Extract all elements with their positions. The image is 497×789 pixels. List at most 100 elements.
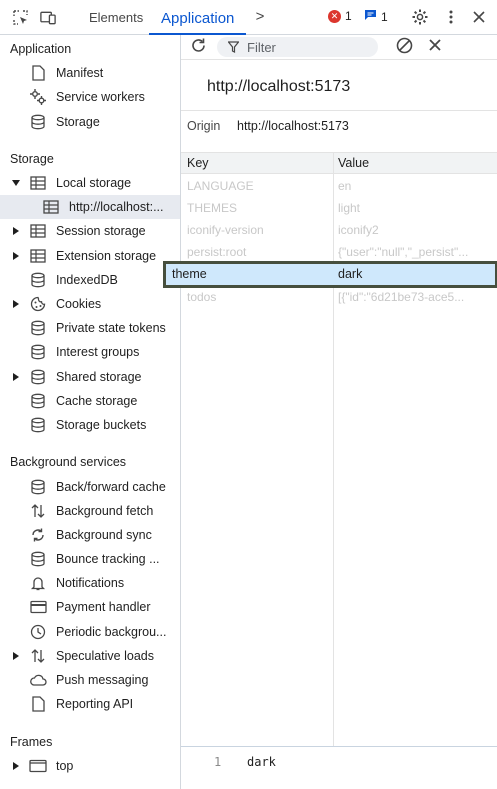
sidebar-item-label: Shared storage bbox=[56, 370, 142, 384]
sidebar-item-reporting-api[interactable]: Reporting API bbox=[0, 692, 180, 716]
sidebar-item-private-state-tokens[interactable]: Private state tokens bbox=[0, 316, 180, 340]
clear-all-icon[interactable] bbox=[396, 37, 413, 57]
sidebar-item-shared-storage[interactable]: Shared storage bbox=[0, 365, 180, 389]
filter-input[interactable] bbox=[247, 39, 367, 55]
bell-icon bbox=[29, 574, 47, 592]
collapsed-arrow-icon[interactable] bbox=[12, 299, 20, 309]
collapsed-arrow-icon[interactable] bbox=[12, 251, 20, 261]
file-icon bbox=[29, 64, 47, 82]
sidebar-item-background-sync[interactable]: Background sync bbox=[0, 523, 180, 547]
sidebar-item-push-messaging[interactable]: Push messaging bbox=[0, 668, 180, 692]
column-header-value[interactable]: Value bbox=[338, 156, 369, 170]
delete-selected-icon[interactable] bbox=[429, 39, 441, 54]
sidebar-item-speculative-loads[interactable]: Speculative loads bbox=[0, 644, 180, 668]
errors-badge[interactable]: ✕ 1 bbox=[328, 9, 352, 23]
storage-toolbar bbox=[181, 35, 497, 60]
database-icon bbox=[29, 416, 47, 434]
frame-icon bbox=[29, 757, 47, 775]
refresh-icon[interactable] bbox=[190, 37, 207, 57]
table-row[interactable]: iconify-version iconify2 bbox=[181, 219, 497, 241]
database-icon bbox=[29, 550, 47, 568]
updown-arrows-icon bbox=[29, 647, 47, 665]
sidebar-item-bounce-tracking[interactable]: Bounce tracking ... bbox=[0, 547, 180, 571]
value-preview-pane[interactable]: 1 dark bbox=[181, 746, 497, 789]
gears-icon bbox=[29, 88, 47, 106]
file-icon bbox=[29, 695, 47, 713]
sidebar-item-payment-handler[interactable]: Payment handler bbox=[0, 595, 180, 619]
column-header-key[interactable]: Key bbox=[187, 156, 209, 170]
origin-value: http://localhost:5173 bbox=[237, 119, 349, 133]
cell-value: light bbox=[338, 201, 361, 215]
origin-info: Origin http://localhost:5173 bbox=[187, 119, 349, 133]
collapsed-arrow-icon[interactable] bbox=[12, 761, 20, 771]
table-row[interactable]: todos [{"id":"6d21be73-ace5... bbox=[181, 286, 497, 308]
sidebar-item-manifest[interactable]: Manifest bbox=[0, 61, 180, 85]
inspect-element-icon[interactable] bbox=[11, 8, 29, 26]
tab-application[interactable]: Application bbox=[149, 0, 247, 35]
storage-table-header: Key Value bbox=[181, 152, 497, 174]
table-row[interactable]: persist:root {"user":"null","_persist"..… bbox=[181, 241, 497, 263]
cell-key: todos bbox=[187, 290, 217, 304]
table-icon bbox=[29, 247, 47, 265]
preview-value: dark bbox=[247, 755, 276, 769]
origin-label: Origin bbox=[187, 119, 221, 133]
table-icon bbox=[42, 198, 60, 216]
sidebar-item-label: Storage bbox=[56, 115, 100, 129]
more-options-icon[interactable] bbox=[442, 8, 460, 26]
expanded-arrow-icon[interactable] bbox=[12, 178, 20, 188]
table-row-selected[interactable]: theme dark bbox=[163, 261, 497, 288]
sidebar-item-label: Storage buckets bbox=[56, 418, 147, 432]
filter-box[interactable] bbox=[217, 37, 378, 57]
section-title-application: Application bbox=[10, 42, 72, 56]
messages-count: 1 bbox=[381, 9, 388, 24]
collapsed-arrow-icon[interactable] bbox=[12, 226, 20, 236]
collapsed-arrow-icon[interactable] bbox=[12, 651, 20, 661]
more-tabs-icon[interactable]: > bbox=[251, 7, 269, 25]
divider bbox=[181, 110, 497, 111]
database-icon bbox=[29, 343, 47, 361]
messages-badge[interactable]: 1 bbox=[364, 9, 388, 24]
close-devtools-icon[interactable] bbox=[470, 8, 488, 26]
sidebar-item-label: Local storage bbox=[56, 176, 132, 190]
sidebar-item-notifications[interactable]: Notifications bbox=[0, 571, 180, 595]
sidebar-item-cookies[interactable]: Cookies bbox=[0, 292, 180, 316]
sidebar-item-frame-top[interactable]: top bbox=[0, 754, 180, 778]
cell-key: LANGUAGE bbox=[187, 179, 254, 193]
sidebar-item-background-fetch[interactable]: Background fetch bbox=[0, 499, 180, 523]
table-row[interactable]: LANGUAGE en bbox=[181, 175, 497, 197]
sidebar-item-localhost-origin[interactable]: http://localhost:... bbox=[0, 195, 180, 219]
clock-icon bbox=[29, 623, 47, 641]
sidebar-item-label: Extension storage bbox=[56, 249, 157, 263]
device-toolbar-icon[interactable] bbox=[39, 8, 57, 26]
application-sidebar: Application Manifest Service workers Sto… bbox=[0, 35, 181, 789]
tab-elements[interactable]: Elements bbox=[77, 0, 155, 35]
filter-icon bbox=[227, 41, 240, 56]
sidebar-item-storage[interactable]: Storage bbox=[0, 110, 180, 134]
sync-icon bbox=[29, 526, 47, 544]
sidebar-item-label: Cache storage bbox=[56, 394, 138, 408]
sidebar-item-label: Payment handler bbox=[56, 600, 151, 614]
sidebar-item-storage-buckets[interactable]: Storage buckets bbox=[0, 413, 180, 437]
sidebar-item-session-storage[interactable]: Session storage bbox=[0, 219, 180, 243]
cell-value: [{"id":"6d21be73-ace5... bbox=[338, 290, 465, 304]
sidebar-item-interest-groups[interactable]: Interest groups bbox=[0, 340, 180, 364]
cell-value: {"user":"null","_persist"... bbox=[338, 245, 469, 259]
devtools-tab-bar: Elements Application > ✕ 1 1 bbox=[0, 0, 497, 35]
table-icon bbox=[29, 222, 47, 240]
sidebar-item-cache-storage[interactable]: Cache storage bbox=[0, 389, 180, 413]
sidebar-item-label: Speculative loads bbox=[56, 649, 154, 663]
collapsed-arrow-icon[interactable] bbox=[12, 372, 20, 382]
sidebar-item-label: Periodic backgrou... bbox=[56, 625, 167, 639]
database-icon bbox=[29, 392, 47, 410]
sidebar-item-extension-storage[interactable]: Extension storage bbox=[0, 244, 180, 268]
sidebar-item-periodic-background-sync[interactable]: Periodic backgrou... bbox=[0, 620, 180, 644]
section-title-background-services: Background services bbox=[10, 455, 127, 469]
sidebar-item-local-storage[interactable]: Local storage bbox=[0, 171, 180, 195]
table-row[interactable]: THEMES light bbox=[181, 197, 497, 219]
sidebar-item-indexeddb[interactable]: IndexedDB bbox=[0, 268, 180, 292]
settings-gear-icon[interactable] bbox=[411, 8, 429, 26]
preview-line-number: 1 bbox=[214, 755, 222, 769]
sidebar-item-back-forward-cache[interactable]: Back/forward cache bbox=[0, 475, 180, 499]
sidebar-item-service-workers[interactable]: Service workers bbox=[0, 85, 180, 109]
sidebar-item-label: Bounce tracking ... bbox=[56, 552, 160, 566]
